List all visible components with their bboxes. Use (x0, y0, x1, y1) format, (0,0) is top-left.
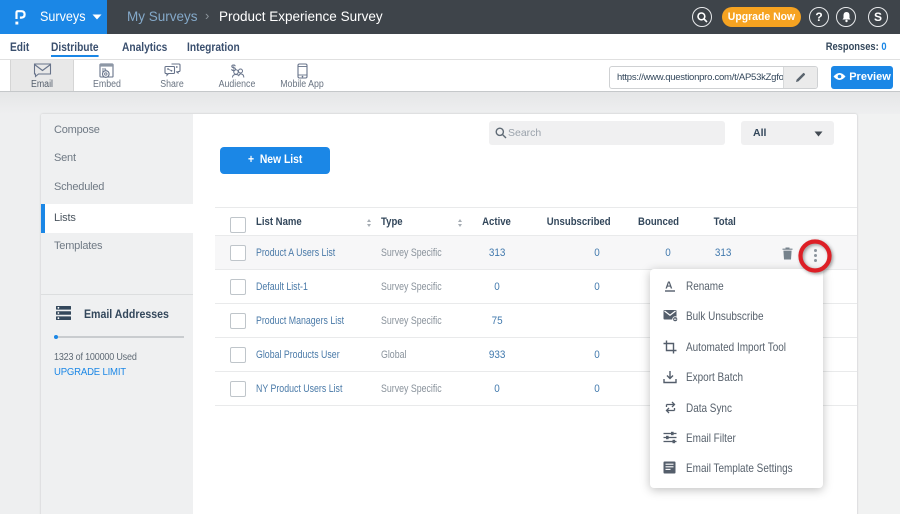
svg-text:A: A (665, 281, 672, 292)
